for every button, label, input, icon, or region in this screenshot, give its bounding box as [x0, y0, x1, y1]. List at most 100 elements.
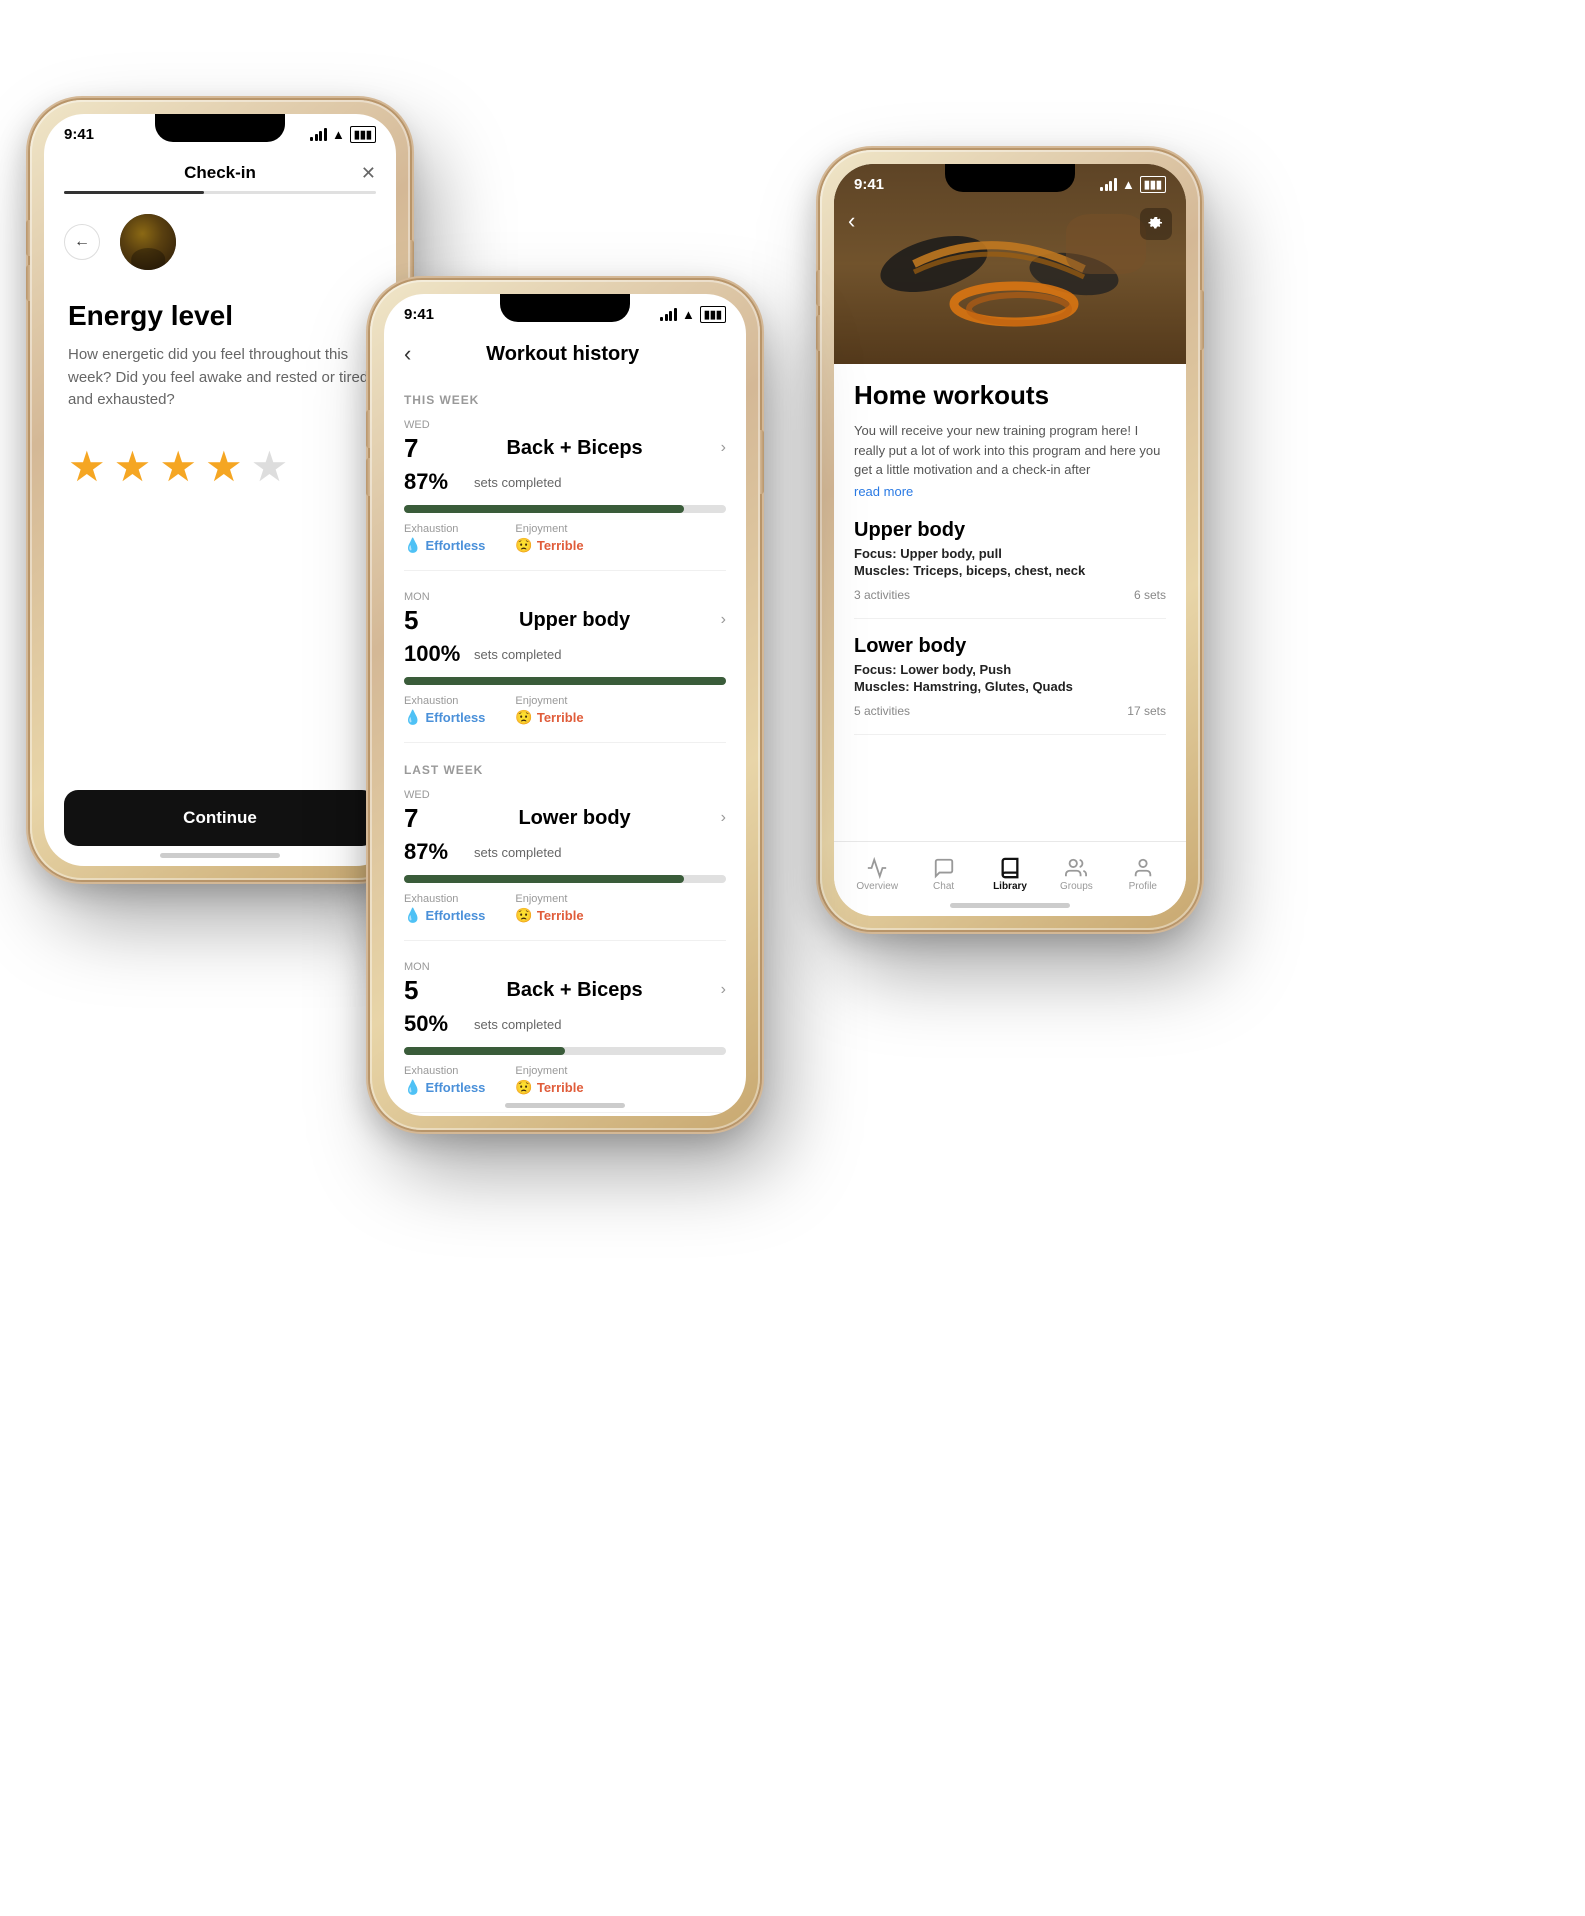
table-row[interactable]: MON 5 Upper body › 100% sets completed E…	[404, 591, 726, 743]
table-row[interactable]: WED 7 Lower body › 87% sets completed Ex…	[404, 789, 726, 941]
wifi-icon: ▲	[1122, 177, 1135, 192]
enjoyment-label: Enjoyment	[515, 893, 583, 905]
star-3[interactable]: ★	[159, 442, 197, 491]
continue-button[interactable]: Continue	[64, 790, 376, 846]
notch	[155, 114, 285, 142]
workout-date-row: MON	[404, 961, 726, 973]
enjoyment-text: Terrible	[537, 908, 584, 923]
phone-checkin: 9:41 ▲ ▮▮▮ Check-in ✕ ←	[30, 100, 410, 880]
exhaustion-metric: Exhaustion 💧 Effortless	[404, 695, 485, 726]
home-indicator	[950, 903, 1070, 908]
energy-title: Energy level	[68, 300, 372, 332]
user-avatar	[120, 214, 176, 270]
volume-down-btn[interactable]	[816, 315, 820, 351]
signal-icon	[1100, 178, 1117, 191]
enjoyment-text: Terrible	[537, 538, 584, 553]
enjoyment-value: 😟 Terrible	[515, 537, 583, 554]
progress-row: 50% sets completed	[404, 1011, 726, 1037]
progress-percent: 100%	[404, 641, 464, 667]
chevron-right-icon: ›	[721, 439, 726, 457]
back-button[interactable]: ←	[64, 224, 100, 260]
muscles-label: Muscles:	[854, 679, 913, 694]
energy-desc: How energetic did you feel throughout th…	[68, 344, 372, 412]
exhaustion-text: Effortless	[425, 538, 485, 553]
nav-item-groups[interactable]: Groups	[1043, 857, 1109, 892]
exhaustion-label: Exhaustion	[404, 1065, 485, 1077]
exhaustion-label: Exhaustion	[404, 893, 485, 905]
nav-item-profile[interactable]: Profile	[1110, 857, 1176, 892]
exhaustion-metric: Exhaustion 💧 Effortless	[404, 523, 485, 554]
progress-bar	[404, 505, 726, 513]
workout-day: MON	[404, 591, 434, 603]
avatar-face	[120, 214, 176, 270]
enjoyment-label: Enjoyment	[515, 523, 583, 535]
star-2[interactable]: ★	[114, 442, 152, 491]
exhaustion-icon: 💧	[404, 709, 421, 726]
progress-row: 100% sets completed	[404, 641, 726, 667]
upper-body-section[interactable]: Upper body Focus: Upper body, pull Muscl…	[854, 519, 1166, 619]
chevron-right-icon: ›	[721, 981, 726, 999]
exhaustion-value: 💧 Effortless	[404, 1079, 485, 1096]
home-workout-description: You will receive your new training progr…	[854, 421, 1166, 480]
star-4[interactable]: ★	[205, 442, 243, 491]
read-more-link[interactable]: read more	[854, 484, 1166, 499]
workout-name: Back + Biceps	[506, 437, 642, 460]
notch	[945, 164, 1075, 192]
progress-bar	[404, 875, 726, 883]
profile-icon	[1132, 857, 1154, 879]
table-row[interactable]: WED 7 Back + Biceps › 87% sets completed…	[404, 419, 726, 571]
workout-date-num: 7	[404, 805, 418, 831]
lower-body-section[interactable]: Lower body Focus: Lower body, Push Muscl…	[854, 635, 1166, 735]
exhaustion-value: 💧 Effortless	[404, 709, 485, 726]
metrics-row: Exhaustion 💧 Effortless Enjoyment 😟 Terr…	[404, 695, 726, 726]
workout-date-row: WED	[404, 419, 726, 431]
enjoyment-value: 😟 Terrible	[515, 907, 583, 924]
progress-bar	[404, 677, 726, 685]
nav-item-overview[interactable]: Overview	[844, 857, 910, 892]
status-time: 9:41	[64, 126, 94, 143]
nav-item-library[interactable]: Library	[977, 857, 1043, 892]
power-btn[interactable]	[760, 430, 764, 494]
star-1[interactable]: ★	[68, 442, 106, 491]
exhaustion-text: Effortless	[425, 710, 485, 725]
workout-day: MON	[404, 961, 434, 973]
workout-list: THIS WEEK WED 7 Back + Biceps › 87% sets…	[384, 377, 746, 1116]
section-muscles: Muscles: Hamstring, Glutes, Quads	[854, 679, 1166, 694]
notch	[500, 294, 630, 322]
activities-count: 5 activities	[854, 704, 910, 718]
enjoyment-label: Enjoyment	[515, 695, 583, 707]
volume-up-btn[interactable]	[816, 270, 820, 306]
progress-row: 87% sets completed	[404, 839, 726, 865]
volume-up-btn[interactable]	[26, 220, 30, 256]
battery-icon: ▮▮▮	[350, 126, 376, 143]
back-button[interactable]: ‹	[404, 341, 411, 367]
back-button[interactable]: ‹	[848, 208, 855, 234]
star-5[interactable]: ★	[251, 442, 289, 491]
exhaustion-metric: Exhaustion 💧 Effortless	[404, 1065, 485, 1096]
table-row[interactable]: MON 5 Back + Biceps › 50% sets completed…	[404, 961, 726, 1113]
overview-icon	[866, 857, 888, 879]
exhaustion-text: Effortless	[425, 1080, 485, 1095]
workout-name-row: 5 Upper body ›	[404, 607, 726, 633]
checkin-title: Check-in	[184, 163, 256, 183]
enjoyment-text: Terrible	[537, 1080, 584, 1095]
metrics-row: Exhaustion 💧 Effortless Enjoyment 😟 Terr…	[404, 1065, 726, 1096]
progress-label: sets completed	[474, 475, 561, 490]
nav-item-chat[interactable]: Chat	[910, 857, 976, 892]
progress-percent: 50%	[404, 1011, 464, 1037]
checkin-screen: 9:41 ▲ ▮▮▮ Check-in ✕ ←	[44, 114, 396, 866]
status-icons: ▲ ▮▮▮	[1100, 176, 1166, 193]
volume-down-btn[interactable]	[26, 265, 30, 301]
settings-icon[interactable]	[1140, 208, 1172, 240]
workout-date-num: 7	[404, 435, 418, 461]
close-icon[interactable]: ✕	[361, 163, 376, 184]
volume-down-btn[interactable]	[366, 458, 370, 496]
workout-name: Back + Biceps	[506, 979, 642, 1002]
star-rating[interactable]: ★ ★ ★ ★ ★	[68, 442, 372, 491]
progress-label: sets completed	[474, 1017, 561, 1032]
exhaustion-label: Exhaustion	[404, 523, 485, 535]
volume-up-btn[interactable]	[366, 410, 370, 448]
power-btn[interactable]	[1200, 290, 1204, 350]
workout-date-num: 5	[404, 977, 418, 1003]
progress-bar-fill	[404, 875, 684, 883]
